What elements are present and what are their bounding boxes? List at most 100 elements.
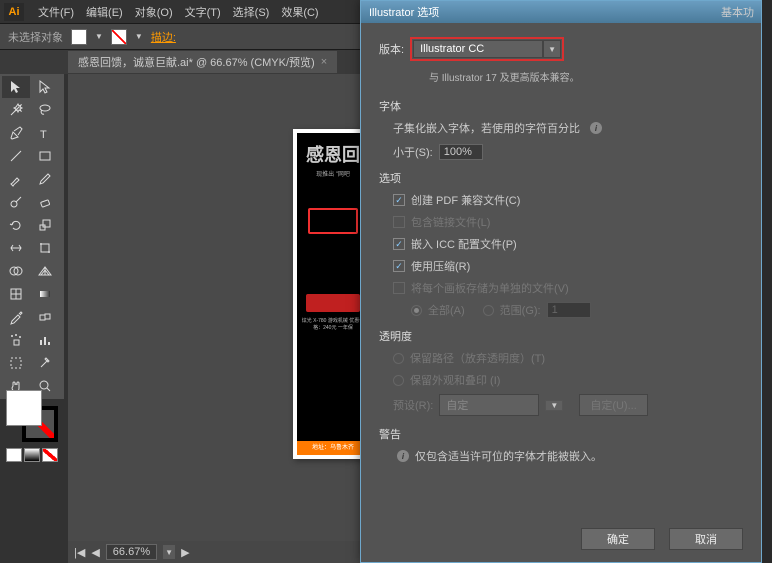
radio-keep-paths — [393, 353, 404, 364]
stroke-swatch[interactable] — [111, 29, 127, 45]
color-mode-gradient[interactable] — [24, 448, 40, 462]
line-tool[interactable] — [2, 145, 30, 167]
shape-builder-tool[interactable] — [2, 260, 30, 282]
blend-tool[interactable] — [31, 306, 59, 328]
cancel-button[interactable]: 取消 — [669, 528, 743, 550]
artboard-tool[interactable] — [2, 352, 30, 374]
stroke-dropdown-icon[interactable]: ▼ — [135, 32, 143, 41]
column-graph-tool[interactable] — [31, 329, 59, 351]
blob-brush-tool[interactable] — [2, 191, 30, 213]
warning-text: 仅包含适当许可位的字体才能被嵌入。 — [415, 448, 602, 464]
label-range: 范围(G): — [500, 302, 541, 318]
menu-edit[interactable]: 编辑(E) — [80, 4, 129, 20]
version-dropdown[interactable]: Illustrator CC — [413, 40, 543, 58]
chevron-down-icon[interactable]: ▼ — [543, 40, 561, 58]
mesh-tool[interactable] — [2, 283, 30, 305]
svg-text:T: T — [40, 129, 47, 141]
label-artboards: 将每个画板存储为单独的文件(V) — [411, 280, 569, 296]
info-icon: i — [397, 450, 409, 462]
paintbrush-tool[interactable] — [2, 168, 30, 190]
menu-select[interactable]: 选择(S) — [227, 4, 276, 20]
rotate-tool[interactable] — [2, 214, 30, 236]
preset-dropdown: 自定 — [439, 394, 539, 416]
nav-next-icon[interactable]: ▶ — [181, 546, 189, 559]
range-input: 1 — [547, 302, 591, 318]
type-tool[interactable]: T — [31, 122, 59, 144]
fonts-header: 字体 — [379, 98, 743, 114]
artwork: 感恩回 现推出 "网吧 炫光 X-780 游戏机械 优惠价格：240元 一年保 … — [297, 133, 369, 455]
zoom-dropdown-icon[interactable]: ▼ — [163, 545, 175, 559]
slice-tool[interactable] — [31, 352, 59, 374]
info-icon[interactable]: i — [590, 122, 602, 134]
close-icon[interactable]: × — [321, 56, 327, 68]
menu-effect[interactable]: 效果(C) — [275, 4, 324, 20]
tools-panel: T — [0, 74, 64, 399]
artwork-footer: 地址：乌鲁木齐 — [297, 441, 369, 455]
tab-title: 感恩回馈，诚意巨献.ai* @ 66.67% (CMYK/预览) — [78, 54, 315, 70]
app-icon: Ai — [4, 3, 24, 21]
radio-all — [411, 305, 422, 316]
gradient-tool[interactable] — [31, 283, 59, 305]
fill-stroke-indicator[interactable] — [6, 390, 58, 442]
stroke-label[interactable]: 描边: — [151, 29, 176, 45]
scale-tool[interactable] — [31, 214, 59, 236]
nav-first-icon[interactable]: |◀ — [74, 546, 85, 559]
fonts-less-label: 小于(S): — [393, 144, 433, 160]
label-compress: 使用压缩(R) — [411, 258, 470, 274]
rectangle-tool[interactable] — [31, 145, 59, 167]
checkbox-compress[interactable]: ✓ — [393, 260, 405, 272]
fill-color[interactable] — [6, 390, 42, 426]
color-mode-icons — [6, 448, 58, 462]
dialog-title-bar[interactable]: Illustrator 选项 — [361, 1, 761, 23]
nav-prev-icon[interactable]: ◀ — [91, 546, 99, 559]
checkbox-icc[interactable]: ✓ — [393, 238, 405, 250]
preset-chevron-icon: ▼ — [545, 400, 563, 411]
version-highlight: Illustrator CC ▼ — [410, 37, 564, 61]
selection-tool[interactable] — [2, 76, 30, 98]
eraser-tool[interactable] — [31, 191, 59, 213]
preset-label: 预设(R): — [393, 397, 433, 413]
radio-range — [483, 305, 494, 316]
ok-button[interactable]: 确定 — [581, 528, 655, 550]
free-transform-tool[interactable] — [31, 237, 59, 259]
symbol-sprayer-tool[interactable] — [2, 329, 30, 351]
illustrator-options-dialog: Illustrator 选项 版本: Illustrator CC ▼ 与 Il… — [360, 0, 762, 563]
checkbox-link — [393, 216, 405, 228]
label-keep-paths: 保留路径（放弃透明度）(T) — [410, 350, 545, 366]
label-pdf: 创建 PDF 兼容文件(C) — [411, 192, 520, 208]
lasso-tool[interactable] — [31, 99, 59, 121]
perspective-grid-tool[interactable] — [31, 260, 59, 282]
label-all: 全部(A) — [428, 302, 465, 318]
zoom-level[interactable]: 66.67% — [106, 544, 157, 560]
color-mode-solid[interactable] — [6, 448, 22, 462]
label-icc: 嵌入 ICC 配置文件(P) — [411, 236, 517, 252]
version-label: 版本: — [379, 41, 404, 57]
label-flatten: 保留外观和叠印 (I) — [410, 372, 500, 388]
artwork-title: 感恩回 — [297, 133, 369, 167]
fill-dropdown-icon[interactable]: ▼ — [95, 32, 103, 41]
pen-tool[interactable] — [2, 122, 30, 144]
workspace-label: 基本功 — [721, 4, 754, 20]
artwork-price: 炫光 X-780 游戏机械 优惠价格：240元 一年保 — [297, 318, 369, 332]
document-tab[interactable]: 感恩回馈，诚意巨献.ai* @ 66.67% (CMYK/预览) × — [68, 51, 337, 73]
menu-file[interactable]: 文件(F) — [32, 4, 80, 20]
checkbox-artboards — [393, 282, 405, 294]
preset-custom-button: 自定(U)... — [579, 394, 647, 416]
direct-selection-tool[interactable] — [31, 76, 59, 98]
eyedropper-tool[interactable] — [2, 306, 30, 328]
width-tool[interactable] — [2, 237, 30, 259]
warning-header: 警告 — [379, 426, 743, 442]
artwork-keyboard-1 — [308, 208, 358, 234]
pencil-tool[interactable] — [31, 168, 59, 190]
menu-type[interactable]: 文字(T) — [179, 4, 227, 20]
fonts-percent-input[interactable]: 100% — [439, 144, 483, 160]
checkbox-pdf[interactable]: ✓ — [393, 194, 405, 206]
color-mode-none[interactable] — [42, 448, 58, 462]
menu-object[interactable]: 对象(O) — [129, 4, 179, 20]
options-header: 选项 — [379, 170, 743, 186]
magic-wand-tool[interactable] — [2, 99, 30, 121]
compatibility-text: 与 Illustrator 17 及更高版本兼容。 — [429, 69, 743, 84]
artwork-keyboard-2 — [306, 294, 360, 312]
fill-swatch[interactable] — [71, 29, 87, 45]
transparency-header: 透明度 — [379, 328, 743, 344]
